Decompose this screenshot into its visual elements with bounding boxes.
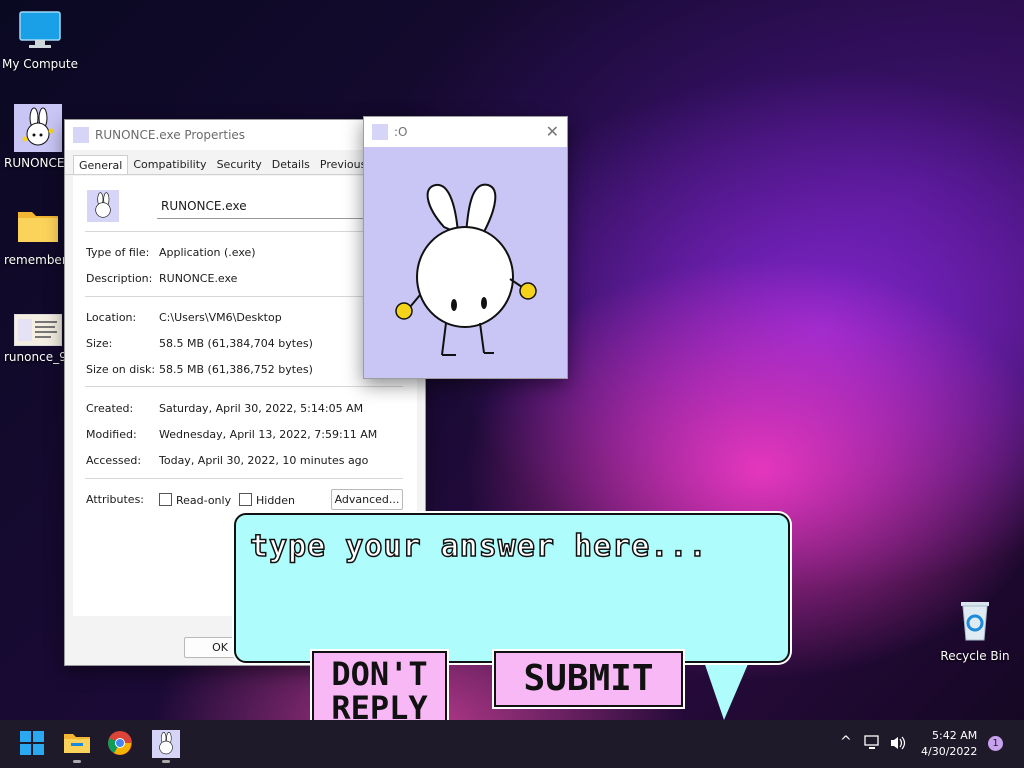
dont-reply-line1: DON'T	[331, 655, 428, 693]
chrome-button[interactable]	[107, 730, 135, 758]
field-value: Application (.exe)	[159, 246, 256, 259]
bunny-icon	[372, 123, 388, 140]
popup-window[interactable]: :O ✕	[363, 116, 568, 379]
desktop-icon-recycle-bin[interactable]: Recycle Bin	[937, 598, 1013, 663]
start-button[interactable]	[19, 730, 47, 758]
windows-logo-icon	[20, 731, 44, 755]
filename-field[interactable]: RUNONCE.exe	[157, 196, 371, 219]
bunny-icon	[73, 127, 89, 143]
taskbar: ^ 5:42 AM 4/30/2022 1	[0, 720, 1024, 768]
clock-date[interactable]: 4/30/2022	[921, 745, 977, 758]
divider	[85, 231, 403, 232]
clock-time[interactable]: 5:42 AM	[932, 729, 977, 742]
field-label: Location:	[86, 311, 137, 324]
file-explorer-button[interactable]	[63, 730, 91, 758]
field-label: Size on disk:	[86, 363, 156, 376]
window-title: RUNONCE.exe Properties	[95, 128, 246, 142]
submit-button[interactable]: SUBMIT	[494, 651, 683, 707]
readonly-checkbox[interactable]: Read-only	[159, 493, 231, 507]
field-value: Today, April 30, 2022, 10 minutes ago	[159, 454, 369, 467]
divider	[85, 478, 403, 479]
hidden-checkbox[interactable]: Hidden	[239, 493, 295, 507]
desktop-icon-label: Recycle Bin	[940, 649, 1010, 663]
image-thumbnail-icon	[14, 314, 62, 346]
close-icon[interactable]: ✕	[546, 122, 559, 141]
field-label: Type of file:	[86, 246, 150, 259]
desktop-icon-my-computer[interactable]: My Computer	[2, 10, 78, 71]
field-label: Description:	[86, 272, 153, 285]
popup-titlebar[interactable]: :O	[364, 117, 567, 146]
hidden-label: Hidden	[256, 494, 296, 507]
file-icon	[87, 190, 119, 222]
network-icon[interactable]	[864, 735, 882, 751]
volume-icon[interactable]	[889, 735, 907, 751]
answer-input[interactable]: type your answer here...	[249, 528, 707, 565]
field-value: C:\Users\VM6\Desktop	[159, 311, 282, 324]
notification-badge[interactable]: 1	[988, 736, 1003, 751]
checkbox-box	[159, 493, 172, 506]
runonce-taskbar-button[interactable]	[152, 730, 180, 758]
field-label: Accessed:	[86, 454, 142, 467]
field-label: Size:	[86, 337, 113, 350]
recycle-bin-icon	[961, 602, 989, 641]
advanced-button[interactable]: Advanced...	[331, 489, 403, 510]
monitor-icon	[19, 11, 61, 48]
attributes-label: Attributes:	[86, 493, 145, 506]
field-value: RUNONCE.exe	[159, 272, 238, 285]
tab-general[interactable]: General	[73, 155, 129, 174]
field-label: Modified:	[86, 428, 137, 441]
tab-details[interactable]: Details	[267, 155, 315, 174]
divider	[85, 296, 403, 297]
folder-icon	[18, 212, 58, 242]
bunny-icon	[159, 732, 173, 755]
tab-compatibility[interactable]: Compatibility	[128, 155, 211, 174]
divider	[85, 386, 403, 387]
field-label: Created:	[86, 402, 134, 415]
bunny-icon	[14, 104, 62, 152]
field-value: Saturday, April 30, 2022, 5:14:05 AM	[159, 402, 364, 415]
field-value: 58.5 MB (61,384,704 bytes)	[159, 337, 313, 350]
readonly-label: Read-only	[176, 494, 232, 507]
checkbox-box	[239, 493, 252, 506]
folder-icon	[64, 734, 90, 753]
show-hidden-icons-chevron[interactable]: ^	[840, 734, 852, 750]
dont-reply-button[interactable]: DON'T REPLY	[312, 651, 447, 731]
chrome-icon	[108, 731, 132, 755]
bunny-illustration	[364, 147, 567, 378]
field-value: Wednesday, April 13, 2022, 7:59:11 AM	[159, 428, 378, 441]
desktop-icon-label: My Computer	[2, 57, 78, 71]
tab-security[interactable]: Security	[212, 155, 267, 174]
running-indicator	[73, 760, 81, 763]
popup-title: :O	[394, 124, 408, 139]
running-indicator	[162, 760, 170, 763]
field-value: 58.5 MB (61,386,752 bytes)	[159, 363, 313, 376]
answer-dialog[interactable]: type your answer here...	[234, 513, 790, 663]
